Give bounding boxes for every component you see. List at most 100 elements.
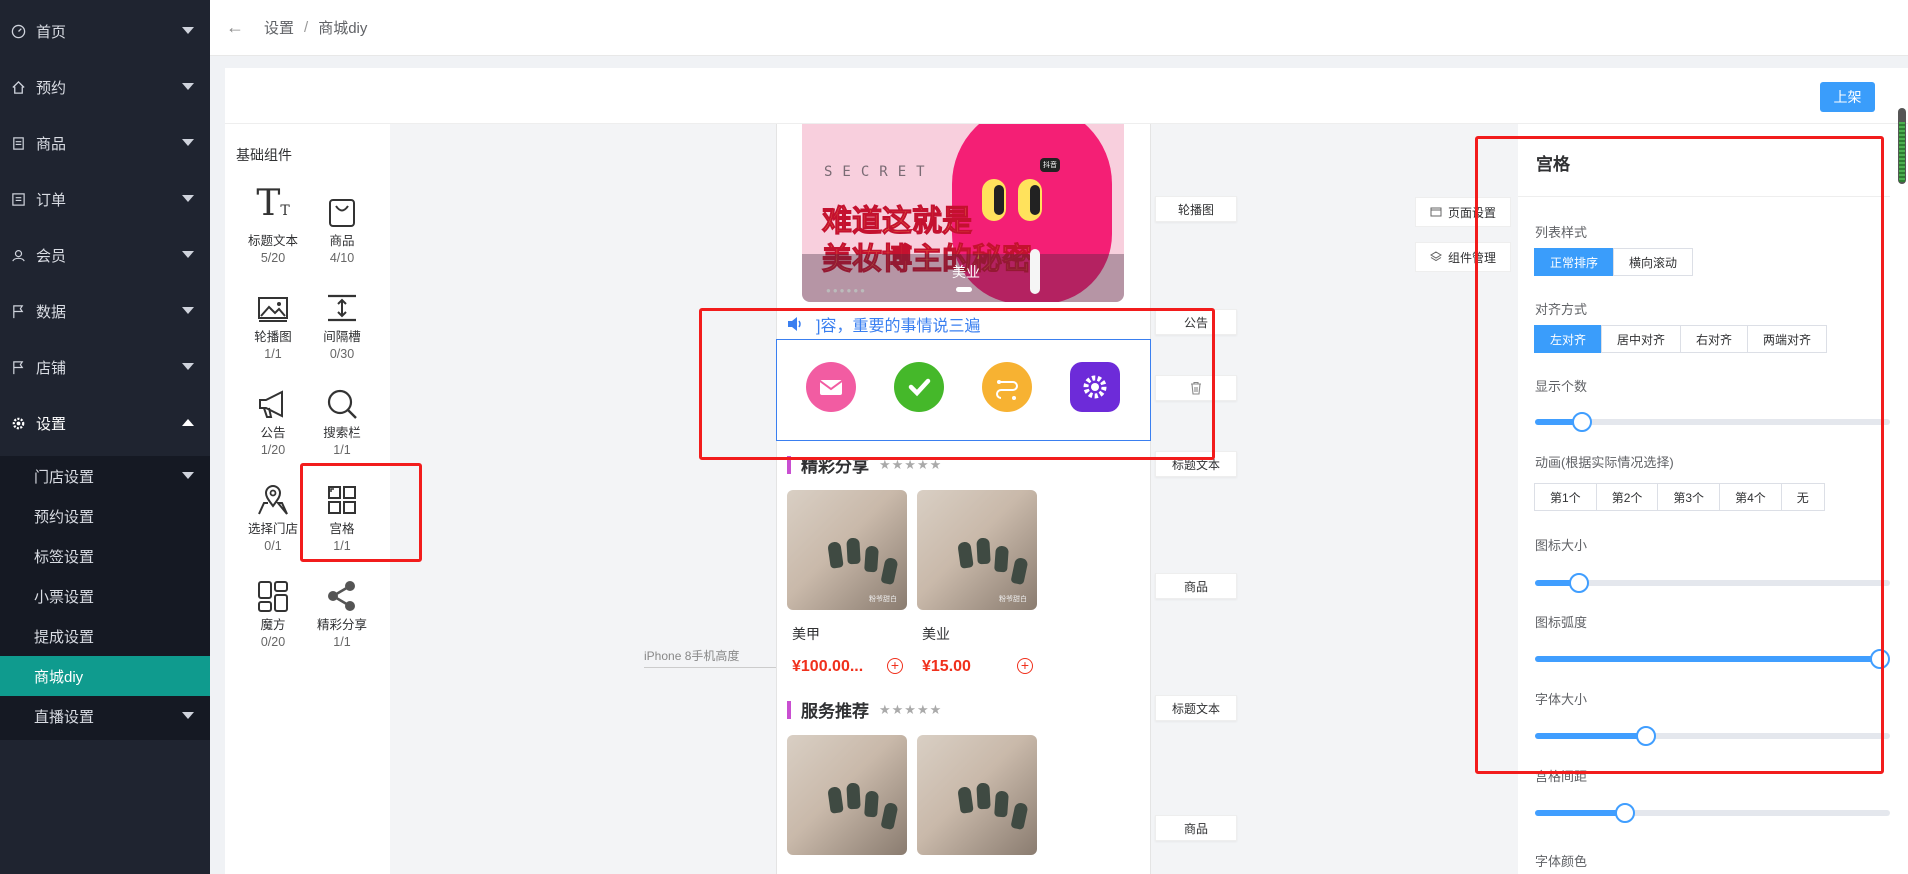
mail-icon[interactable] xyxy=(806,362,856,412)
align-option[interactable]: 右对齐 xyxy=(1680,325,1749,353)
component-notice[interactable]: 公告 1/20 xyxy=(233,377,313,459)
component-cube[interactable]: 魔方 0/20 xyxy=(233,569,313,651)
product-card[interactable]: 粉爷甜白 美业 ¥15.00 + xyxy=(917,490,1037,676)
tag-title-text-2[interactable]: 标题文本 xyxy=(1155,695,1237,721)
page-settings-button[interactable]: 页面设置 xyxy=(1415,197,1511,227)
nav-item-booking[interactable]: 预约 xyxy=(0,59,210,115)
component-grid[interactable]: 宫格 1/1 xyxy=(302,473,382,555)
section-title-share[interactable]: 精彩分享 ★★★★★ xyxy=(787,452,942,477)
component-share[interactable]: 精彩分享 1/1 xyxy=(302,569,382,651)
list-style-label: 列表样式 xyxy=(1535,225,1588,240)
grid-component-preview[interactable] xyxy=(776,339,1151,441)
tag-carousel[interactable]: 轮播图 xyxy=(1155,196,1237,222)
tag-title-text-1[interactable]: 标题文本 xyxy=(1155,451,1237,477)
user-icon xyxy=(10,247,26,263)
align-option[interactable]: 左对齐 xyxy=(1534,325,1603,353)
component-carousel[interactable]: 轮播图 1/1 xyxy=(233,281,313,363)
component-label: 商品 xyxy=(329,234,355,248)
component-count: 1/1 xyxy=(264,347,282,361)
section-accent xyxy=(787,700,791,719)
product-card[interactable] xyxy=(917,735,1037,855)
tag-product-2[interactable]: 商品 xyxy=(1155,815,1237,841)
breadcrumb-parent[interactable]: 设置 xyxy=(264,17,294,38)
sub-item-live-settings[interactable]: 直播设置 xyxy=(0,696,210,736)
back-arrow-icon[interactable]: ← xyxy=(226,17,244,38)
settings-icon[interactable] xyxy=(1070,362,1120,412)
component-select-store[interactable]: 选择门店 0/1 xyxy=(233,473,313,555)
check-icon[interactable] xyxy=(894,362,944,412)
sub-item-receipt-settings[interactable]: 小票设置 xyxy=(0,576,210,616)
component-count: 1/1 xyxy=(333,539,351,553)
component-spacer[interactable]: 间隔槽 0/30 xyxy=(302,281,382,363)
tag-notice[interactable]: 公告 xyxy=(1155,309,1237,335)
add-to-cart-icon[interactable]: + xyxy=(1017,658,1033,674)
chevron-down-icon xyxy=(182,83,194,90)
slider-knob[interactable] xyxy=(1636,726,1656,746)
carousel-banner[interactable]: SECRET 抖音 难道这就是 美妆博主的秘密 美业 ●●●●●● xyxy=(802,124,1124,302)
sub-item-tag-settings[interactable]: 标签设置 xyxy=(0,536,210,576)
nav-item-home[interactable]: 首页 xyxy=(0,3,210,59)
banner-dots: ●●●●●● xyxy=(826,286,867,295)
banner-caption: 美业 xyxy=(952,264,980,280)
slider-knob[interactable] xyxy=(1572,412,1592,432)
sub-item-booking-settings[interactable]: 预约设置 xyxy=(0,496,210,536)
add-to-cart-icon[interactable]: + xyxy=(887,658,903,674)
scrollbar[interactable] xyxy=(1898,108,1906,184)
animation-option[interactable]: 无 xyxy=(1780,483,1825,511)
tag-product-1[interactable]: 商品 xyxy=(1155,573,1237,599)
sub-item-commission-settings[interactable]: 提成设置 xyxy=(0,616,210,656)
cube-layout-icon xyxy=(258,581,288,612)
animation-option[interactable]: 第2个 xyxy=(1595,483,1659,511)
publish-button[interactable]: 上架 xyxy=(1820,82,1875,112)
notice-bar[interactable]: ]容，重要的事情说三遍 xyxy=(786,312,980,336)
search-icon xyxy=(327,389,357,419)
slider-knob[interactable] xyxy=(1569,573,1589,593)
nav-item-settings[interactable]: 设置 xyxy=(0,395,210,451)
component-manage-label: 组件管理 xyxy=(1447,250,1496,265)
map-pin-icon xyxy=(258,485,288,515)
sub-label: 直播设置 xyxy=(34,708,95,726)
component-title-text[interactable]: TT 标题文本 5/20 xyxy=(233,185,313,267)
product-image xyxy=(787,735,907,855)
icon-radius-label: 图标弧度 xyxy=(1535,615,1588,630)
breadcrumb: ← 设置 / 商城diy xyxy=(210,0,1908,56)
sub-label: 标签设置 xyxy=(34,548,95,566)
product-card[interactable] xyxy=(787,735,907,855)
sub-item-mall-diy[interactable]: 商城diy xyxy=(0,656,210,696)
animation-option[interactable]: 第1个 xyxy=(1534,483,1597,511)
sub-item-store-settings[interactable]: 门店设置 xyxy=(0,456,210,496)
animation-option[interactable]: 第4个 xyxy=(1719,483,1782,511)
grid-spacing-slider[interactable] xyxy=(1535,803,1890,823)
component-manage-button[interactable]: 组件管理 xyxy=(1415,242,1511,272)
nav-item-data[interactable]: 数据 xyxy=(0,283,210,339)
star-rating: ★★★★★ xyxy=(879,456,943,472)
route-icon[interactable] xyxy=(982,362,1032,412)
product-card[interactable]: 粉爷甜白 美甲 ¥100.00... + xyxy=(787,490,907,676)
list-style-option[interactable]: 正常排序 xyxy=(1534,248,1615,276)
icon-radius-slider[interactable] xyxy=(1535,649,1890,669)
icon-size-slider[interactable] xyxy=(1535,573,1890,593)
nav-item-members[interactable]: 会员 xyxy=(0,227,210,283)
slider-knob[interactable] xyxy=(1615,803,1635,823)
breadcrumb-separator: / xyxy=(304,19,309,36)
display-count-slider[interactable] xyxy=(1535,412,1890,432)
nav-item-products[interactable]: 商品 xyxy=(0,115,210,171)
nav-item-store[interactable]: 店铺 xyxy=(0,339,210,395)
component-product[interactable]: 商品 4/10 xyxy=(302,185,382,267)
section-title-text: 精彩分享 xyxy=(801,457,869,476)
flag-icon xyxy=(10,303,26,319)
delete-button[interactable] xyxy=(1155,375,1237,401)
font-size-slider[interactable] xyxy=(1535,726,1890,746)
nav-item-orders[interactable]: 订单 xyxy=(0,171,210,227)
chevron-down-icon xyxy=(182,363,194,370)
align-option[interactable]: 两端对齐 xyxy=(1747,325,1828,353)
slider-knob[interactable] xyxy=(1870,649,1890,669)
list-style-option[interactable]: 横向滚动 xyxy=(1613,248,1694,276)
animation-option[interactable]: 第3个 xyxy=(1657,483,1721,511)
component-label: 宫格 xyxy=(329,522,355,536)
component-search-bar[interactable]: 搜索栏 1/1 xyxy=(302,377,382,459)
chevron-down-icon xyxy=(182,27,194,34)
section-title-service[interactable]: 服务推荐 ★★★★★ xyxy=(787,697,942,722)
align-option[interactable]: 居中对齐 xyxy=(1601,325,1682,353)
component-label: 魔方 xyxy=(260,618,286,632)
